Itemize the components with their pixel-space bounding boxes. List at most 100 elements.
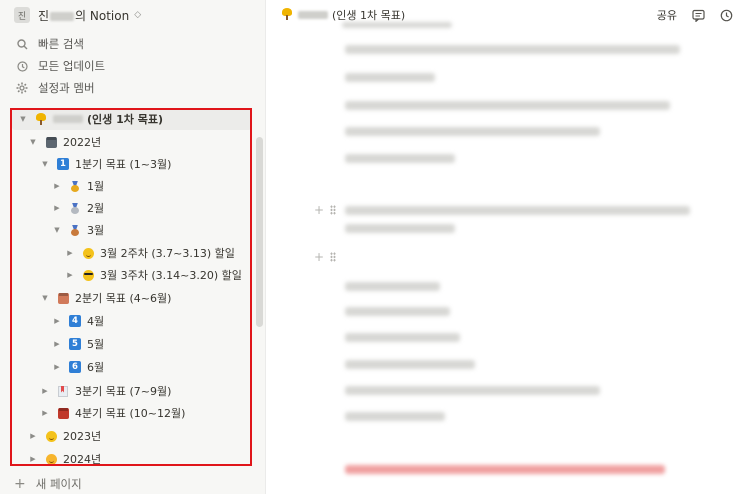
history-clock-icon[interactable] [719, 8, 733, 22]
new-page-button[interactable]: + 새 페이지 [0, 474, 266, 494]
tree-item-mar-week3[interactable]: ▶ 3월 3주차 (3.14~3.20) 할일 [12, 264, 252, 286]
nav-all-updates[interactable]: 모든 업데이트 [0, 56, 266, 76]
tree-item-2024[interactable]: ▶ 2024년 [12, 448, 252, 470]
expand-arrow-icon[interactable]: ▶ [52, 340, 62, 348]
blurred-text-line [345, 73, 435, 82]
tree-item-label: 2분기 목표 (4~6월) [75, 292, 172, 305]
tree-item-label: 2023년 [63, 430, 102, 443]
expand-arrow-icon[interactable]: ▶ [65, 271, 75, 279]
tree-item-q1-goals[interactable]: ▼ 1 1분기 목표 (1~3월) [12, 153, 252, 175]
collapse-arrow-icon[interactable]: ▼ [40, 294, 50, 302]
clock-icon [16, 60, 28, 72]
workspace-avatar: 진 [14, 7, 30, 23]
blurred-text-line [345, 333, 460, 342]
tree-item-mar-week2[interactable]: ▶ 3월 2주차 (3.7~3.13) 할일 [12, 242, 252, 264]
breadcrumb[interactable]: (인생 1차 목표) [332, 7, 405, 23]
redacted-text [53, 115, 83, 123]
tree-item-life-goals[interactable]: ▼ (인생 1차 목표) [12, 108, 252, 130]
tree-item-apr[interactable]: ▶ 4 4월 [12, 310, 252, 332]
blurred-text-line [345, 45, 680, 54]
smiley-icon [82, 247, 94, 259]
tree-item-label: 2022년 [63, 136, 102, 149]
tree-item-label: 3월 2주차 (3.7~3.13) 할일 [100, 247, 235, 260]
block-controls[interactable]: + [314, 203, 337, 217]
add-block-icon[interactable]: + [314, 203, 324, 217]
smiley-icon [45, 430, 57, 442]
tree-item-label: 4월 [87, 315, 105, 328]
blurred-red-text-line [345, 465, 665, 474]
expand-arrow-icon[interactable]: ▶ [28, 455, 38, 463]
grin-icon [45, 453, 57, 465]
redacted-text [50, 11, 75, 21]
drag-handle-icon[interactable] [330, 252, 337, 262]
blurred-text-line [345, 282, 440, 291]
redacted-text [298, 11, 328, 19]
gear-icon [16, 82, 28, 94]
workspace-name-prefix: 진 [38, 8, 50, 23]
tree-item-2022[interactable]: ▼ 2022년 [12, 131, 252, 153]
keycap-6-icon: 6 [69, 361, 81, 373]
workspace-switcher[interactable]: 진 진 의 Notion ◇ [0, 0, 266, 30]
tree-item-label: 3월 3주차 (3.14~3.20) 할일 [100, 269, 242, 282]
calendar-icon [45, 136, 57, 148]
expand-arrow-icon[interactable]: ▶ [40, 387, 50, 395]
tree-item-may[interactable]: ▶ 5 5월 [12, 333, 252, 355]
blurred-text-line [345, 360, 475, 369]
comment-icon[interactable] [691, 8, 705, 22]
nav-label: 설정과 멤버 [38, 81, 95, 95]
tree-item-2023[interactable]: ▶ 2023년 [12, 425, 252, 447]
silver-medal-icon [69, 202, 81, 214]
drag-handle-icon[interactable] [330, 205, 337, 215]
tree-item-label: 4분기 목표 (10~12월) [75, 407, 186, 420]
tree-item-label: 5월 [87, 338, 105, 351]
workspace-name-suffix: 의 Notion [75, 8, 130, 23]
collapse-arrow-icon[interactable]: ▼ [40, 160, 50, 168]
nav-quick-search[interactable]: 빠른 검색 [0, 34, 266, 54]
calendar-icon [57, 292, 69, 304]
blurred-text-line [345, 154, 455, 163]
block-controls[interactable]: + [314, 250, 337, 264]
notion-window: 진 진의 Notion ◇ 빠른 검색 모든 업데이트 설정과 멤버 ▼ (인생… [0, 0, 743, 494]
blurred-text-line [345, 206, 690, 215]
tree-item-label: 6월 [87, 361, 105, 374]
expand-arrow-icon[interactable]: ▶ [52, 363, 62, 371]
expand-arrow-icon[interactable]: ▶ [40, 409, 50, 417]
blurred-text-line [345, 412, 445, 421]
tree-item-q2-goals[interactable]: ▼ 2분기 목표 (4~6월) [12, 287, 252, 309]
nav-label: 빠른 검색 [38, 37, 84, 51]
blurred-text-line [345, 307, 450, 316]
add-block-icon[interactable]: + [314, 250, 324, 264]
tree-item-mar[interactable]: ▼ 3월 [12, 219, 252, 241]
blurred-text-line [345, 386, 600, 395]
topbar: (인생 1차 목표) 공유 [266, 0, 743, 30]
collapse-arrow-icon[interactable]: ▼ [52, 226, 62, 234]
tree-icon [35, 113, 47, 125]
nav-label: 모든 업데이트 [38, 59, 106, 73]
tree-icon [282, 7, 292, 23]
expand-arrow-icon[interactable]: ▶ [28, 432, 38, 440]
tree-item-label: (인생 1차 목표) [87, 113, 163, 126]
tree-item-jan[interactable]: ▶ 1월 [12, 175, 252, 197]
blurred-text-line [342, 22, 452, 28]
topbar-actions: 공유 [657, 0, 733, 30]
expand-arrow-icon[interactable]: ▶ [52, 317, 62, 325]
expand-arrow-icon[interactable]: ▶ [52, 204, 62, 212]
new-page-label: 새 페이지 [35, 477, 82, 491]
tree-item-q3-goals[interactable]: ▶ 3분기 목표 (7~9월) [12, 380, 252, 402]
calendar-icon [57, 407, 69, 419]
share-button[interactable]: 공유 [657, 7, 677, 23]
collapse-arrow-icon[interactable]: ▼ [28, 138, 38, 146]
nav-settings-members[interactable]: 설정과 멤버 [0, 78, 266, 98]
expand-arrow-icon[interactable]: ▶ [65, 249, 75, 257]
tree-item-q4-goals[interactable]: ▶ 4분기 목표 (10~12월) [12, 402, 252, 424]
sunglasses-icon [82, 269, 94, 281]
keycap-1-icon: 1 [57, 158, 69, 170]
tree-item-label: 2024년 [63, 453, 102, 466]
tree-item-feb[interactable]: ▶ 2월 [12, 197, 252, 219]
sidebar-scrollbar[interactable] [256, 137, 263, 327]
expand-arrow-icon[interactable]: ▶ [52, 182, 62, 190]
collapse-arrow-icon[interactable]: ▼ [18, 115, 28, 123]
keycap-4-icon: 4 [69, 315, 81, 327]
tree-item-jun[interactable]: ▶ 6 6월 [12, 356, 252, 378]
workspace-name: 진 의 Notion [38, 7, 129, 24]
